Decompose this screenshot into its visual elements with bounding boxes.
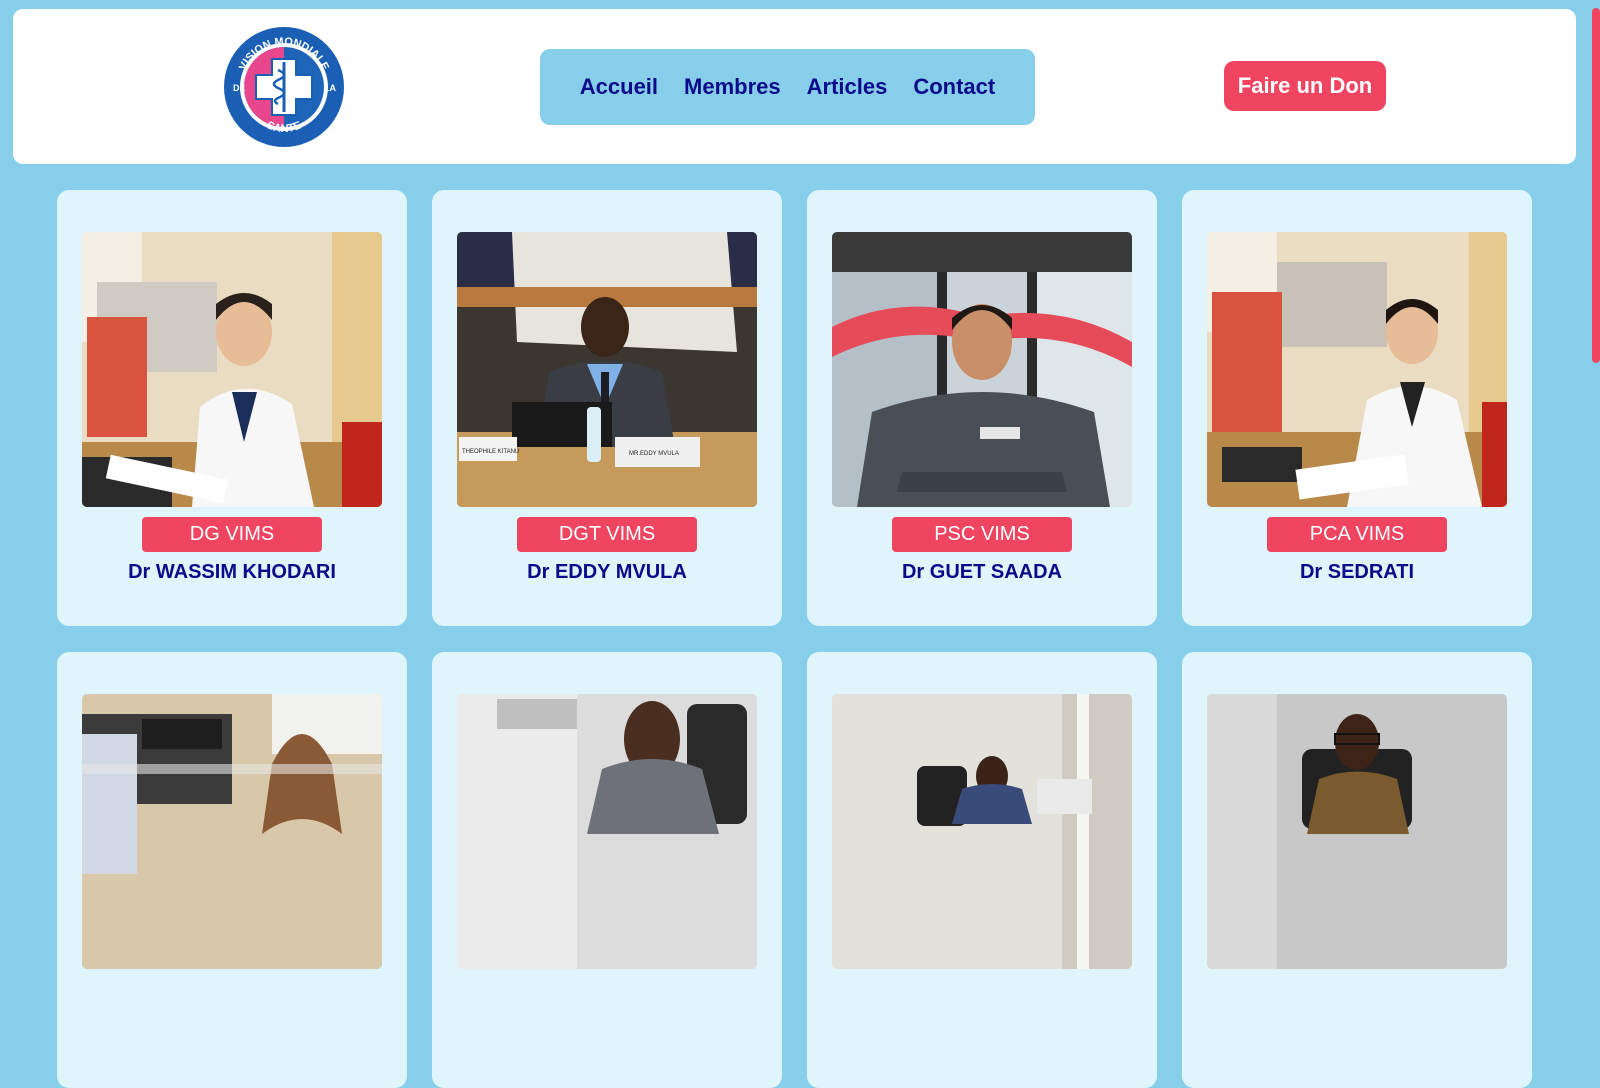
member-name[interactable]: Dr SEDRATI [1182,561,1532,584]
photo-label: THEOPHILE KITANU [462,449,519,455]
member-photo: THEOPHILE KITANU MR.EDDY MVULA [457,232,757,507]
site-header: VISION MONDIALE SANTE DE LA Accueil Memb… [13,9,1576,164]
member-role-badge: PCA VIMS [1267,517,1447,552]
nav-accueil[interactable]: Accueil [580,74,658,100]
member-name[interactable]: Dr WASSIM KHODARI [57,561,407,584]
logo-left-text: DE [233,83,246,93]
member-role-badge: DGT VIMS [517,517,697,552]
member-card [1182,652,1532,1088]
member-card [807,652,1157,1088]
member-card: PSC VIMS Dr GUET SAADA [807,190,1157,626]
member-name[interactable]: Dr GUET SAADA [807,561,1157,584]
members-grid: DG VIMS Dr WASSIM KHODARI THEOPHILE KITA… [57,190,1533,1088]
member-card: DG VIMS Dr WASSIM KHODARI [57,190,407,626]
member-role-badge: PSC VIMS [892,517,1072,552]
nav-membres[interactable]: Membres [684,74,781,100]
member-photo [832,694,1132,969]
member-role-badge: DG VIMS [142,517,322,552]
member-photo [832,232,1132,507]
main-nav: Accueil Membres Articles Contact [540,49,1035,125]
member-name[interactable]: Dr EDDY MVULA [432,561,782,584]
logo-right-text: LA [324,83,336,93]
member-photo [1207,232,1507,507]
vims-logo[interactable]: VISION MONDIALE SANTE DE LA [221,24,347,150]
member-card [57,652,407,1088]
member-photo [1207,694,1507,969]
member-photo [457,694,757,969]
scrollbar-thumb[interactable] [1592,8,1600,363]
nav-contact[interactable]: Contact [913,74,995,100]
nav-articles[interactable]: Articles [807,74,888,100]
photo-label: MR.EDDY MVULA [629,451,679,457]
member-photo [82,694,382,969]
member-card [432,652,782,1088]
member-photo [82,232,382,507]
member-card: PCA VIMS Dr SEDRATI [1182,190,1532,626]
donate-button[interactable]: Faire un Don [1224,61,1386,111]
member-card: THEOPHILE KITANU MR.EDDY MVULA DGT VIMS … [432,190,782,626]
